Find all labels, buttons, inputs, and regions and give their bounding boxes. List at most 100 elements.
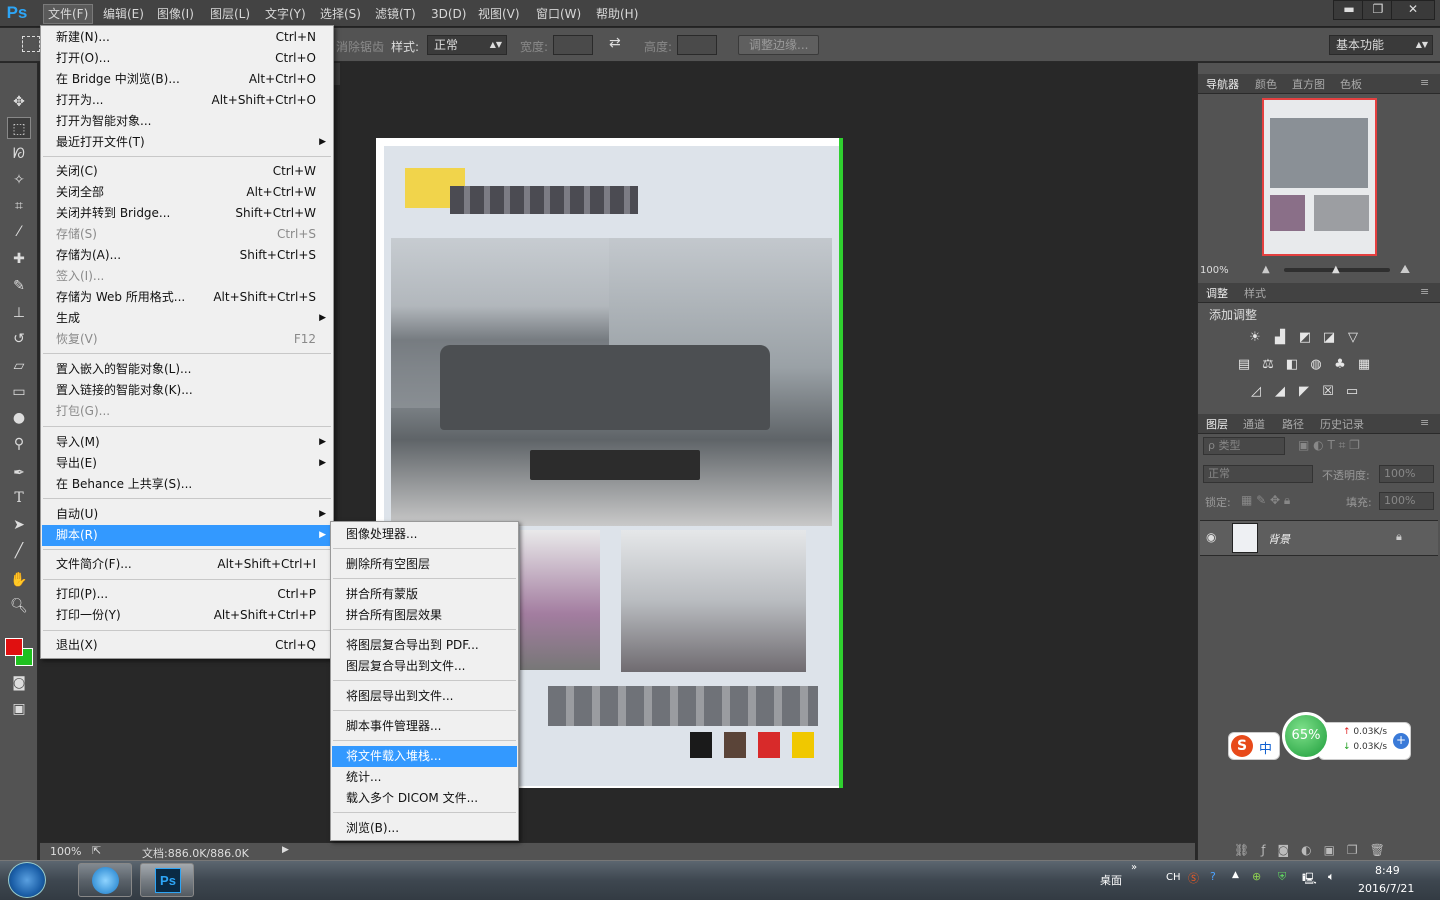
- line-tool-icon[interactable]: ╱: [7, 540, 31, 562]
- menu-item-place-linked[interactable]: 置入链接的智能对象(K)...: [42, 380, 332, 401]
- tab-swatches[interactable]: 色板: [1340, 76, 1362, 92]
- menu-item-package[interactable]: 打包(G)...: [42, 401, 332, 422]
- gradient-map-icon[interactable]: ▭: [1343, 384, 1361, 400]
- layer-lock-icon[interactable]: 🔒︎: [1396, 530, 1402, 544]
- menu-item-save-as[interactable]: 存储为(A)... Shift+Ctrl+S: [42, 245, 332, 266]
- eyedropper-tool-icon[interactable]: ⁄: [7, 221, 31, 243]
- menu-item-new[interactable]: 新建(N)... Ctrl+N: [42, 27, 332, 48]
- panel-menu-icon[interactable]: ≡: [1420, 285, 1429, 298]
- menu-item-recent-files[interactable]: 最近打开文件(T) ▶: [42, 132, 332, 153]
- input-language[interactable]: CH: [1166, 872, 1181, 883]
- quick-mask-icon[interactable]: ◙: [7, 672, 31, 694]
- history-brush-tool-icon[interactable]: ↺: [7, 328, 31, 350]
- taskbar-app-browser[interactable]: [78, 863, 132, 897]
- security-tray-icon[interactable]: ⊕: [1252, 870, 1261, 883]
- eraser-tool-icon[interactable]: ▱: [7, 355, 31, 377]
- tab-color[interactable]: 颜色: [1255, 76, 1277, 92]
- menu-item-layers-to-files[interactable]: 将图层导出到文件...: [332, 686, 517, 707]
- zoom-in-icon[interactable]: ⛰: [1400, 262, 1410, 277]
- menu-item-statistics[interactable]: 统计...: [332, 767, 517, 788]
- tab-layers[interactable]: 图层: [1206, 416, 1228, 432]
- menu-item-open-as[interactable]: 打开为... Alt+Shift+Ctrl+O: [42, 90, 332, 111]
- magic-wand-tool-icon[interactable]: ✧: [7, 169, 31, 191]
- menu-item-flatten-effects[interactable]: 拼合所有图层效果: [332, 605, 517, 626]
- sogou-ime-box[interactable]: S 中: [1228, 732, 1280, 760]
- export-icon[interactable]: ⇱: [92, 844, 101, 857]
- photo-filter-icon[interactable]: ◍: [1307, 357, 1325, 373]
- zoom-out-icon[interactable]: ▲: [1262, 264, 1270, 275]
- layer-filter-select[interactable]: ρ 类型: [1203, 437, 1285, 455]
- menu-item-browse[interactable]: 浏览(B)...: [332, 818, 517, 839]
- zoom-readout[interactable]: 100%: [50, 845, 81, 858]
- menu-help[interactable]: 帮助(H): [591, 4, 643, 24]
- healing-brush-tool-icon[interactable]: ✚: [7, 248, 31, 270]
- pen-tool-icon[interactable]: ✒: [7, 462, 31, 484]
- width-input[interactable]: [553, 35, 593, 55]
- height-input[interactable]: [677, 35, 717, 55]
- tab-paths[interactable]: 路径: [1282, 416, 1304, 432]
- menu-item-open[interactable]: 打开(O)... Ctrl+O: [42, 48, 332, 69]
- hue-saturation-icon[interactable]: ▤: [1235, 357, 1253, 373]
- tray-expand-icon[interactable]: ▲: [1232, 870, 1239, 880]
- menu-item-close-all[interactable]: 关闭全部 Alt+Ctrl+W: [42, 182, 332, 203]
- menu-item-comps-to-files[interactable]: 图层复合导出到文件...: [332, 656, 517, 677]
- menu-item-revert[interactable]: 恢复(V) F12: [42, 329, 332, 350]
- zoom-tool-icon[interactable]: 🔍︎: [7, 595, 31, 617]
- network-speed-widget[interactable]: S 中 ↑ 0.03K/s ↓ 0.03K/s + 65%: [1228, 712, 1411, 764]
- brush-tool-icon[interactable]: ✎: [7, 275, 31, 297]
- menu-layer[interactable]: 图层(L): [205, 4, 255, 24]
- menu-item-print-one-copy[interactable]: 打印一份(Y) Alt+Shift+Ctrl+P: [42, 605, 332, 626]
- menu-image[interactable]: 图像(I): [152, 4, 199, 24]
- menu-item-flatten-masks[interactable]: 拼合所有蒙版: [332, 584, 517, 605]
- taskbar-app-photoshop[interactable]: Ps: [140, 863, 194, 897]
- panel-menu-icon[interactable]: ≡: [1420, 76, 1429, 89]
- menu-item-delete-empty-layers[interactable]: 删除所有空图层: [332, 554, 517, 575]
- toolbar-expand-icon[interactable]: »: [1131, 862, 1137, 873]
- menu-item-save[interactable]: 存储(S) Ctrl+S: [42, 224, 332, 245]
- menu-item-print[interactable]: 打印(P)... Ctrl+P: [42, 584, 332, 605]
- invert-icon[interactable]: ◿: [1247, 384, 1265, 400]
- fill-input[interactable]: 100%: [1379, 492, 1434, 510]
- menu-item-open-smart-object[interactable]: 打开为智能对象...: [42, 111, 332, 132]
- memory-usage-gauge[interactable]: 65%: [1282, 712, 1330, 760]
- shield-tray-icon[interactable]: ⛨: [1278, 870, 1286, 884]
- menu-item-save-for-web[interactable]: 存储为 Web 所用格式... Alt+Shift+Ctrl+S: [42, 287, 332, 308]
- exposure-icon[interactable]: ◪: [1320, 330, 1338, 346]
- menu-item-import[interactable]: 导入(M) ▶: [42, 432, 332, 453]
- tab-navigator[interactable]: 导航器: [1206, 76, 1239, 92]
- posterize-icon[interactable]: ◢: [1271, 384, 1289, 400]
- menu-item-automate[interactable]: 自动(U) ▶: [42, 504, 332, 525]
- menu-edit[interactable]: 编辑(E): [98, 4, 149, 24]
- blur-tool-icon[interactable]: ●: [7, 407, 31, 429]
- clone-stamp-tool-icon[interactable]: ⊥: [7, 302, 31, 324]
- foreground-color-swatch[interactable]: [5, 638, 23, 656]
- menu-filter[interactable]: 滤镜(T): [370, 4, 421, 24]
- visibility-eye-icon[interactable]: ◉: [1206, 530, 1216, 544]
- navigator-zoom-value[interactable]: 100%: [1200, 265, 1229, 276]
- channel-mixer-icon[interactable]: ♣: [1331, 357, 1349, 373]
- opacity-input[interactable]: 100%: [1379, 465, 1434, 483]
- menu-item-scripts[interactable]: 脚本(R) ▶: [42, 525, 332, 546]
- menu-select[interactable]: 选择(S): [315, 4, 366, 24]
- network-tray-icon[interactable]: 🖳︎: [1302, 870, 1317, 889]
- gradient-tool-icon[interactable]: ▭: [7, 381, 31, 403]
- panel-menu-icon[interactable]: ≡: [1420, 416, 1429, 429]
- tab-histogram[interactable]: 直方图: [1292, 76, 1325, 92]
- workspace-select[interactable]: 基本功能 ▲▼: [1329, 35, 1433, 55]
- style-select[interactable]: 正常 ▲▼: [427, 35, 507, 55]
- rect-marquee-tool-icon[interactable]: ⬚: [7, 117, 31, 139]
- menu-item-load-dicom[interactable]: 载入多个 DICOM 文件...: [332, 788, 517, 809]
- menu-item-load-files-into-stack[interactable]: 将文件载入堆栈...: [332, 746, 517, 767]
- navigator-thumbnail[interactable]: [1262, 98, 1377, 256]
- start-button[interactable]: [8, 862, 46, 898]
- menu-item-place-embedded[interactable]: 置入嵌入的智能对象(L)...: [42, 359, 332, 380]
- volume-tray-icon[interactable]: 🔈︎: [1328, 870, 1335, 884]
- menu-item-exit[interactable]: 退出(X) Ctrl+Q: [42, 635, 332, 656]
- type-tool-icon[interactable]: T: [7, 487, 31, 509]
- status-menu-arrow-icon[interactable]: ▶: [282, 845, 289, 855]
- move-tool-icon[interactable]: ✥: [7, 91, 31, 113]
- threshold-icon[interactable]: ◤: [1295, 384, 1313, 400]
- refine-edge-button[interactable]: 调整边缘...: [738, 35, 820, 55]
- layer-name[interactable]: 背景: [1268, 531, 1290, 547]
- path-selection-tool-icon[interactable]: ➤: [7, 514, 31, 536]
